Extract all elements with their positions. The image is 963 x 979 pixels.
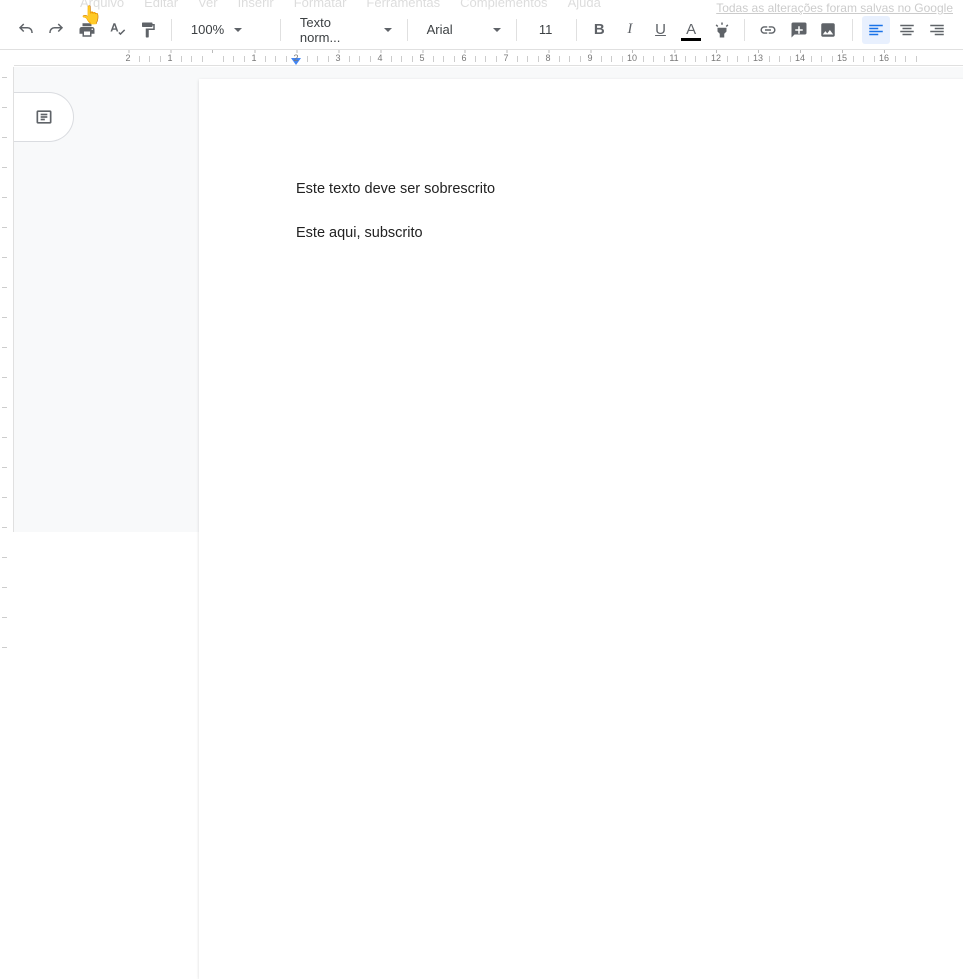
undo-button[interactable] [12, 16, 40, 44]
insert-image-button[interactable] [816, 16, 844, 44]
horizontal-ruler[interactable]: 2112345678910111213141516 [14, 50, 963, 66]
align-center-button[interactable] [893, 16, 921, 44]
fontsize-dropdown[interactable]: 11 [526, 16, 562, 44]
menu-formatar[interactable]: Formatar [294, 0, 347, 10]
style-value: Texto norm... [300, 15, 374, 45]
ruler-tick: 5 [419, 53, 424, 63]
separator [280, 19, 281, 41]
redo-button[interactable] [43, 16, 71, 44]
separator [171, 19, 172, 41]
font-dropdown[interactable]: Arial [417, 16, 507, 44]
separator [744, 19, 745, 41]
ruler-tick: 7 [503, 53, 508, 63]
align-left-button[interactable] [862, 16, 890, 44]
ruler-tick: 1 [251, 53, 256, 63]
page-content[interactable]: Este texto deve ser sobrescrito Este aqu… [199, 79, 963, 244]
underline-button[interactable]: U [647, 16, 675, 44]
bold-button[interactable]: B [586, 16, 614, 44]
ruler-tick: 16 [879, 53, 889, 63]
ruler-tick: 14 [795, 53, 805, 63]
ruler-tick: 3 [335, 53, 340, 63]
page[interactable]: Este texto deve ser sobrescrito Este aqu… [199, 79, 963, 979]
ruler-tick: 8 [545, 53, 550, 63]
separator [576, 19, 577, 41]
save-status[interactable]: Todas as alterações foram salvas no Goog… [716, 1, 953, 15]
ruler-tick: 13 [753, 53, 763, 63]
ruler-tick: 15 [837, 53, 847, 63]
italic-button[interactable]: I [616, 16, 644, 44]
outline-toggle[interactable] [14, 92, 74, 142]
font-value: Arial [427, 22, 453, 37]
ruler-tick: 9 [587, 53, 592, 63]
separator [516, 19, 517, 41]
print-button[interactable] [73, 16, 101, 44]
highlight-button[interactable] [708, 16, 736, 44]
chevron-down-icon [234, 28, 242, 32]
document-canvas: Este texto deve ser sobrescrito Este aqu… [14, 67, 963, 532]
menu-editar[interactable]: Editar [144, 0, 178, 10]
ruler-tick: 4 [377, 53, 382, 63]
toolbar: 100% Texto norm... Arial 11 B I U A [0, 10, 963, 50]
fontsize-value: 11 [539, 22, 553, 37]
paint-format-button[interactable] [134, 16, 162, 44]
ruler-tick: 6 [461, 53, 466, 63]
style-dropdown[interactable]: Texto norm... [290, 16, 398, 44]
menu-ferramentas[interactable]: Ferramentas [366, 0, 440, 10]
menu-inserir[interactable]: Inserir [238, 0, 274, 10]
chevron-down-icon [384, 28, 392, 32]
vertical-ruler[interactable] [0, 67, 14, 532]
ruler-tick: 12 [711, 53, 721, 63]
text-color-button[interactable]: A [677, 16, 705, 44]
ruler-tick: 11 [669, 53, 678, 63]
insert-comment-button[interactable] [785, 16, 813, 44]
spellcheck-button[interactable] [104, 16, 132, 44]
menu-ver[interactable]: Ver [198, 0, 218, 10]
ruler-tick: 2 [293, 53, 298, 63]
zoom-dropdown[interactable]: 100% [181, 16, 271, 44]
align-right-button[interactable] [923, 16, 951, 44]
paragraph-2[interactable]: Este aqui, subscrito [296, 223, 963, 243]
menu-ajuda[interactable]: Ajuda [568, 0, 601, 10]
menu-arquivo[interactable]: Arquivo [80, 0, 124, 10]
ruler-tick: 10 [627, 53, 637, 63]
menu-complementos[interactable]: Complementos [460, 0, 547, 10]
separator [852, 19, 853, 41]
separator [407, 19, 408, 41]
chevron-down-icon [493, 28, 501, 32]
ruler-tick: 1 [167, 53, 172, 63]
insert-link-button[interactable] [754, 16, 782, 44]
zoom-value: 100% [191, 22, 224, 37]
ruler-tick: 2 [125, 53, 130, 63]
paragraph-1[interactable]: Este texto deve ser sobrescrito [296, 179, 963, 199]
